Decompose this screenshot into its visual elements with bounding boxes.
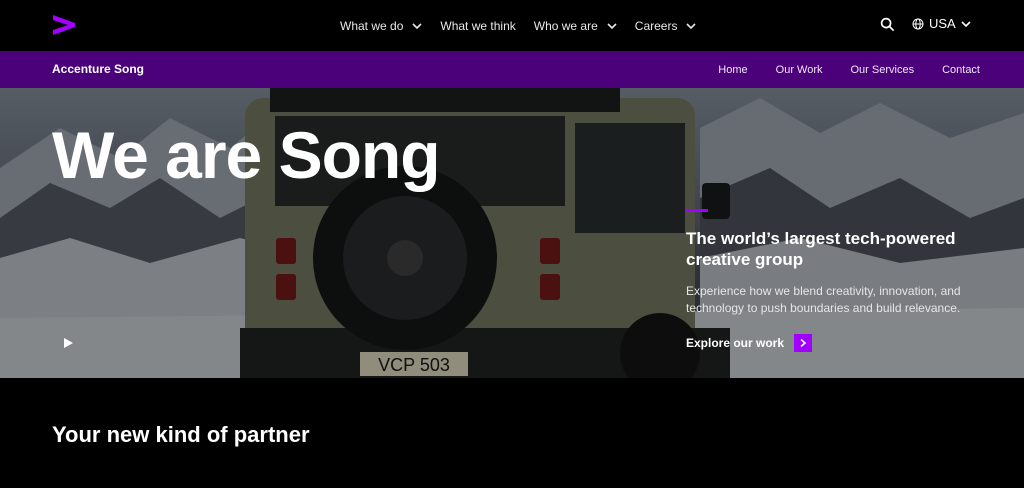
chevron-down-icon: [607, 22, 617, 29]
nav-what-we-think[interactable]: What we think: [440, 19, 515, 33]
sub-nav-our-work[interactable]: Our Work: [776, 64, 823, 76]
hero-tagline: The world’s largest tech-powered creativ…: [686, 229, 956, 269]
accent-bar: [686, 209, 708, 212]
sub-navigation: Accenture Song Home Our Work Our Service…: [0, 51, 1024, 88]
explore-button[interactable]: [794, 334, 813, 352]
nav-label: Who we are: [533, 18, 598, 33]
chevron-down-icon: [412, 22, 422, 29]
region-label: USA: [929, 16, 956, 31]
play-icon[interactable]: [62, 337, 74, 349]
hero-section: VCP 503 We are Song The world’s largest …: [0, 88, 1024, 378]
sub-nav-our-services[interactable]: Our Services: [851, 64, 915, 76]
chevron-down-icon: [686, 22, 697, 29]
section-heading: Your new kind of partner: [52, 422, 310, 447]
explore-label: Explore our work: [686, 336, 785, 350]
nav-who-we-are[interactable]: Who we are: [534, 19, 617, 33]
nav-label: Careers: [634, 18, 678, 33]
accenture-logo-icon[interactable]: [52, 13, 76, 37]
main-nav: What we do What we think Who we are Care…: [340, 0, 697, 51]
nav-what-we-do[interactable]: What we do: [340, 19, 422, 33]
chevron-down-icon: [961, 20, 971, 27]
hero-title: We are Song: [52, 118, 441, 192]
nav-label: What we do: [340, 18, 404, 33]
nav-label: What we think: [440, 18, 516, 33]
top-navigation: What we do What we think Who we are Care…: [0, 0, 1024, 51]
sub-nav-links: Home Our Work Our Services Contact: [718, 51, 980, 88]
region-selector[interactable]: USA: [912, 16, 971, 31]
chevron-right-icon: [800, 338, 807, 348]
hero-description: Experience how we blend creativity, inno…: [686, 284, 961, 315]
search-icon[interactable]: [880, 17, 895, 32]
brand-name[interactable]: Accenture Song: [52, 62, 144, 76]
nav-careers[interactable]: Careers: [635, 19, 697, 33]
explore-our-work-link[interactable]: Explore our work: [686, 334, 813, 352]
sub-nav-contact[interactable]: Contact: [942, 64, 980, 76]
sub-nav-home[interactable]: Home: [718, 64, 747, 76]
globe-icon: [912, 18, 924, 29]
